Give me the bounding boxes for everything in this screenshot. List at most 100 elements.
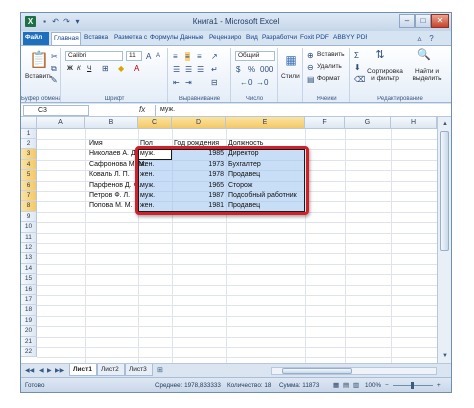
ribbon-minimize-icon[interactable]: ▵ [415,34,424,43]
zoom-level[interactable]: 100% [365,382,381,389]
zoom-in-icon[interactable]: + [437,382,441,389]
copy-icon[interactable]: ⧉ [51,64,57,73]
tab-page-layout[interactable]: Разметка с [112,32,148,45]
row-header[interactable]: 21 [21,336,37,347]
cell-name[interactable]: Коваль Л. П. [89,170,130,180]
row-header[interactable]: 14 [21,263,37,275]
tab-file[interactable]: Файл [23,32,49,45]
zoom-out-icon[interactable]: − [385,382,389,389]
maximize-button[interactable]: □ [415,14,431,28]
horizontal-scroll-thumb[interactable] [282,368,352,374]
column-header-h[interactable]: H [391,117,437,129]
column-header-c[interactable]: C [138,117,172,129]
horizontal-scrollbar[interactable] [271,367,437,375]
column-header-g[interactable]: G [345,117,391,129]
next-sheet-icon[interactable]: ▶ [47,367,52,374]
percent-icon[interactable]: % [248,65,255,74]
name-box[interactable]: C3 [23,105,89,116]
orientation-icon[interactable]: ↗ [211,52,218,61]
number-format-select[interactable]: Общий [235,51,275,61]
align-center-icon[interactable]: ☰ [185,65,192,74]
styles-icon[interactable]: ▦ [283,53,299,67]
row-header[interactable]: 5 [21,170,37,181]
italic-button[interactable]: К [77,65,81,72]
row-header[interactable]: 19 [21,315,37,327]
find-select-icon[interactable]: 🔍 [417,50,431,61]
find-select-button[interactable]: Найти и выделить [407,68,447,82]
formula-input[interactable]: муж. [155,105,445,116]
font-size-select[interactable]: 11 [126,51,142,61]
cut-icon[interactable]: ✂ [51,52,58,61]
sheet-tab-3[interactable]: Лист3 [125,364,153,376]
row-header[interactable]: 8 [21,201,37,212]
borders-icon[interactable]: ⊞ [102,64,109,73]
decrease-decimal-icon[interactable]: →0 [256,78,268,87]
currency-icon[interactable]: $ [236,65,240,74]
font-name-select[interactable]: Calibri [65,51,123,61]
row-header[interactable]: 2 [21,139,37,150]
shrink-font-icon[interactable]: A [156,52,160,61]
new-sheet-icon[interactable]: ⊞ [157,366,163,374]
row-header[interactable]: 1 [21,128,37,139]
underline-button[interactable]: Ч [87,65,91,72]
sort-filter-button[interactable]: Сортировка и фильтр [365,68,405,82]
increase-decimal-icon[interactable]: ←0 [240,78,252,87]
zoom-slider-handle[interactable] [411,382,414,389]
vertical-scroll-thumb[interactable] [440,131,449,251]
sheet-tab-1[interactable]: Лист1 [69,364,97,376]
merge-cells-icon[interactable]: ⊟ [211,78,218,87]
row-header[interactable]: 7 [21,191,37,202]
close-button[interactable]: ✕ [431,14,449,28]
row-header[interactable]: 10 [21,222,37,233]
insert-cells-icon[interactable]: ⊕ [307,51,314,60]
column-header-a[interactable]: A [37,117,85,129]
bold-button[interactable]: Ж [67,65,73,72]
row-header[interactable]: 11 [21,232,37,243]
delete-cells-icon[interactable]: ⊖ [307,63,314,72]
minimize-button[interactable]: – [399,14,415,28]
autosum-icon[interactable]: Σ [354,51,359,60]
row-header[interactable]: 20 [21,326,37,337]
page-break-view-icon[interactable]: ▥ [353,382,359,389]
help-icon[interactable]: ? [427,34,436,43]
tab-foxit-pdf[interactable]: Foxit PDF [298,32,331,45]
align-left-icon[interactable]: ☰ [173,65,180,74]
cell-name[interactable]: Парфенов Д. Ф. [89,181,141,191]
page-layout-view-icon[interactable]: ▤ [343,382,349,389]
normal-view-icon[interactable]: ▦ [333,382,339,389]
decrease-indent-icon[interactable]: ⇤ [173,78,180,87]
prev-sheet-icon[interactable]: ◀ [39,367,44,374]
align-top-icon[interactable]: ≡ [173,52,178,61]
column-header-b[interactable]: B [85,117,138,129]
sheet-tab-2[interactable]: Лист2 [97,364,125,376]
sort-filter-icon[interactable]: ⇅ [373,50,387,61]
tab-data[interactable]: Данные [178,32,207,45]
increase-indent-icon[interactable]: ⇥ [185,78,192,87]
row-header[interactable]: 15 [21,274,37,285]
cell-name[interactable]: Попова М. М. [89,201,133,211]
thousands-icon[interactable]: 000 [260,65,273,74]
worksheet-grid[interactable]: A B C D E F G H 1 2 3 4 5 6 7 8 9 10 11 12 13 14 15 16 1… [21,117,437,363]
tab-home[interactable]: Главная [51,32,81,45]
clear-icon[interactable]: ⌫ [354,75,365,84]
row-header[interactable]: 12 [21,243,37,254]
format-painter-icon[interactable]: ✎ [51,76,58,85]
insert-cells-button[interactable]: Вставить [317,51,345,58]
row-header[interactable]: 9 [21,211,37,223]
column-header-e[interactable]: E [226,117,305,129]
align-right-icon[interactable]: ☰ [197,65,204,74]
row-header[interactable]: 17 [21,295,37,306]
font-color-icon[interactable]: A [134,64,139,73]
grow-font-icon[interactable]: A [146,52,151,61]
row-header[interactable]: 22 [21,347,37,358]
format-cells-button[interactable]: Формат [317,75,340,82]
wrap-text-icon[interactable]: ↵ [211,65,218,74]
tab-review[interactable]: Рецензиро [207,32,244,45]
delete-cells-button[interactable]: Удалить [317,63,342,70]
align-middle-icon[interactable]: ≡ [185,52,190,61]
cell-name[interactable]: Николаев А. Д. [89,149,138,159]
scroll-down-icon[interactable]: ▼ [440,351,450,361]
first-sheet-icon[interactable]: ◀◀ [25,367,34,374]
row-header[interactable]: 16 [21,284,37,295]
fill-color-icon[interactable]: ◆ [118,64,124,73]
